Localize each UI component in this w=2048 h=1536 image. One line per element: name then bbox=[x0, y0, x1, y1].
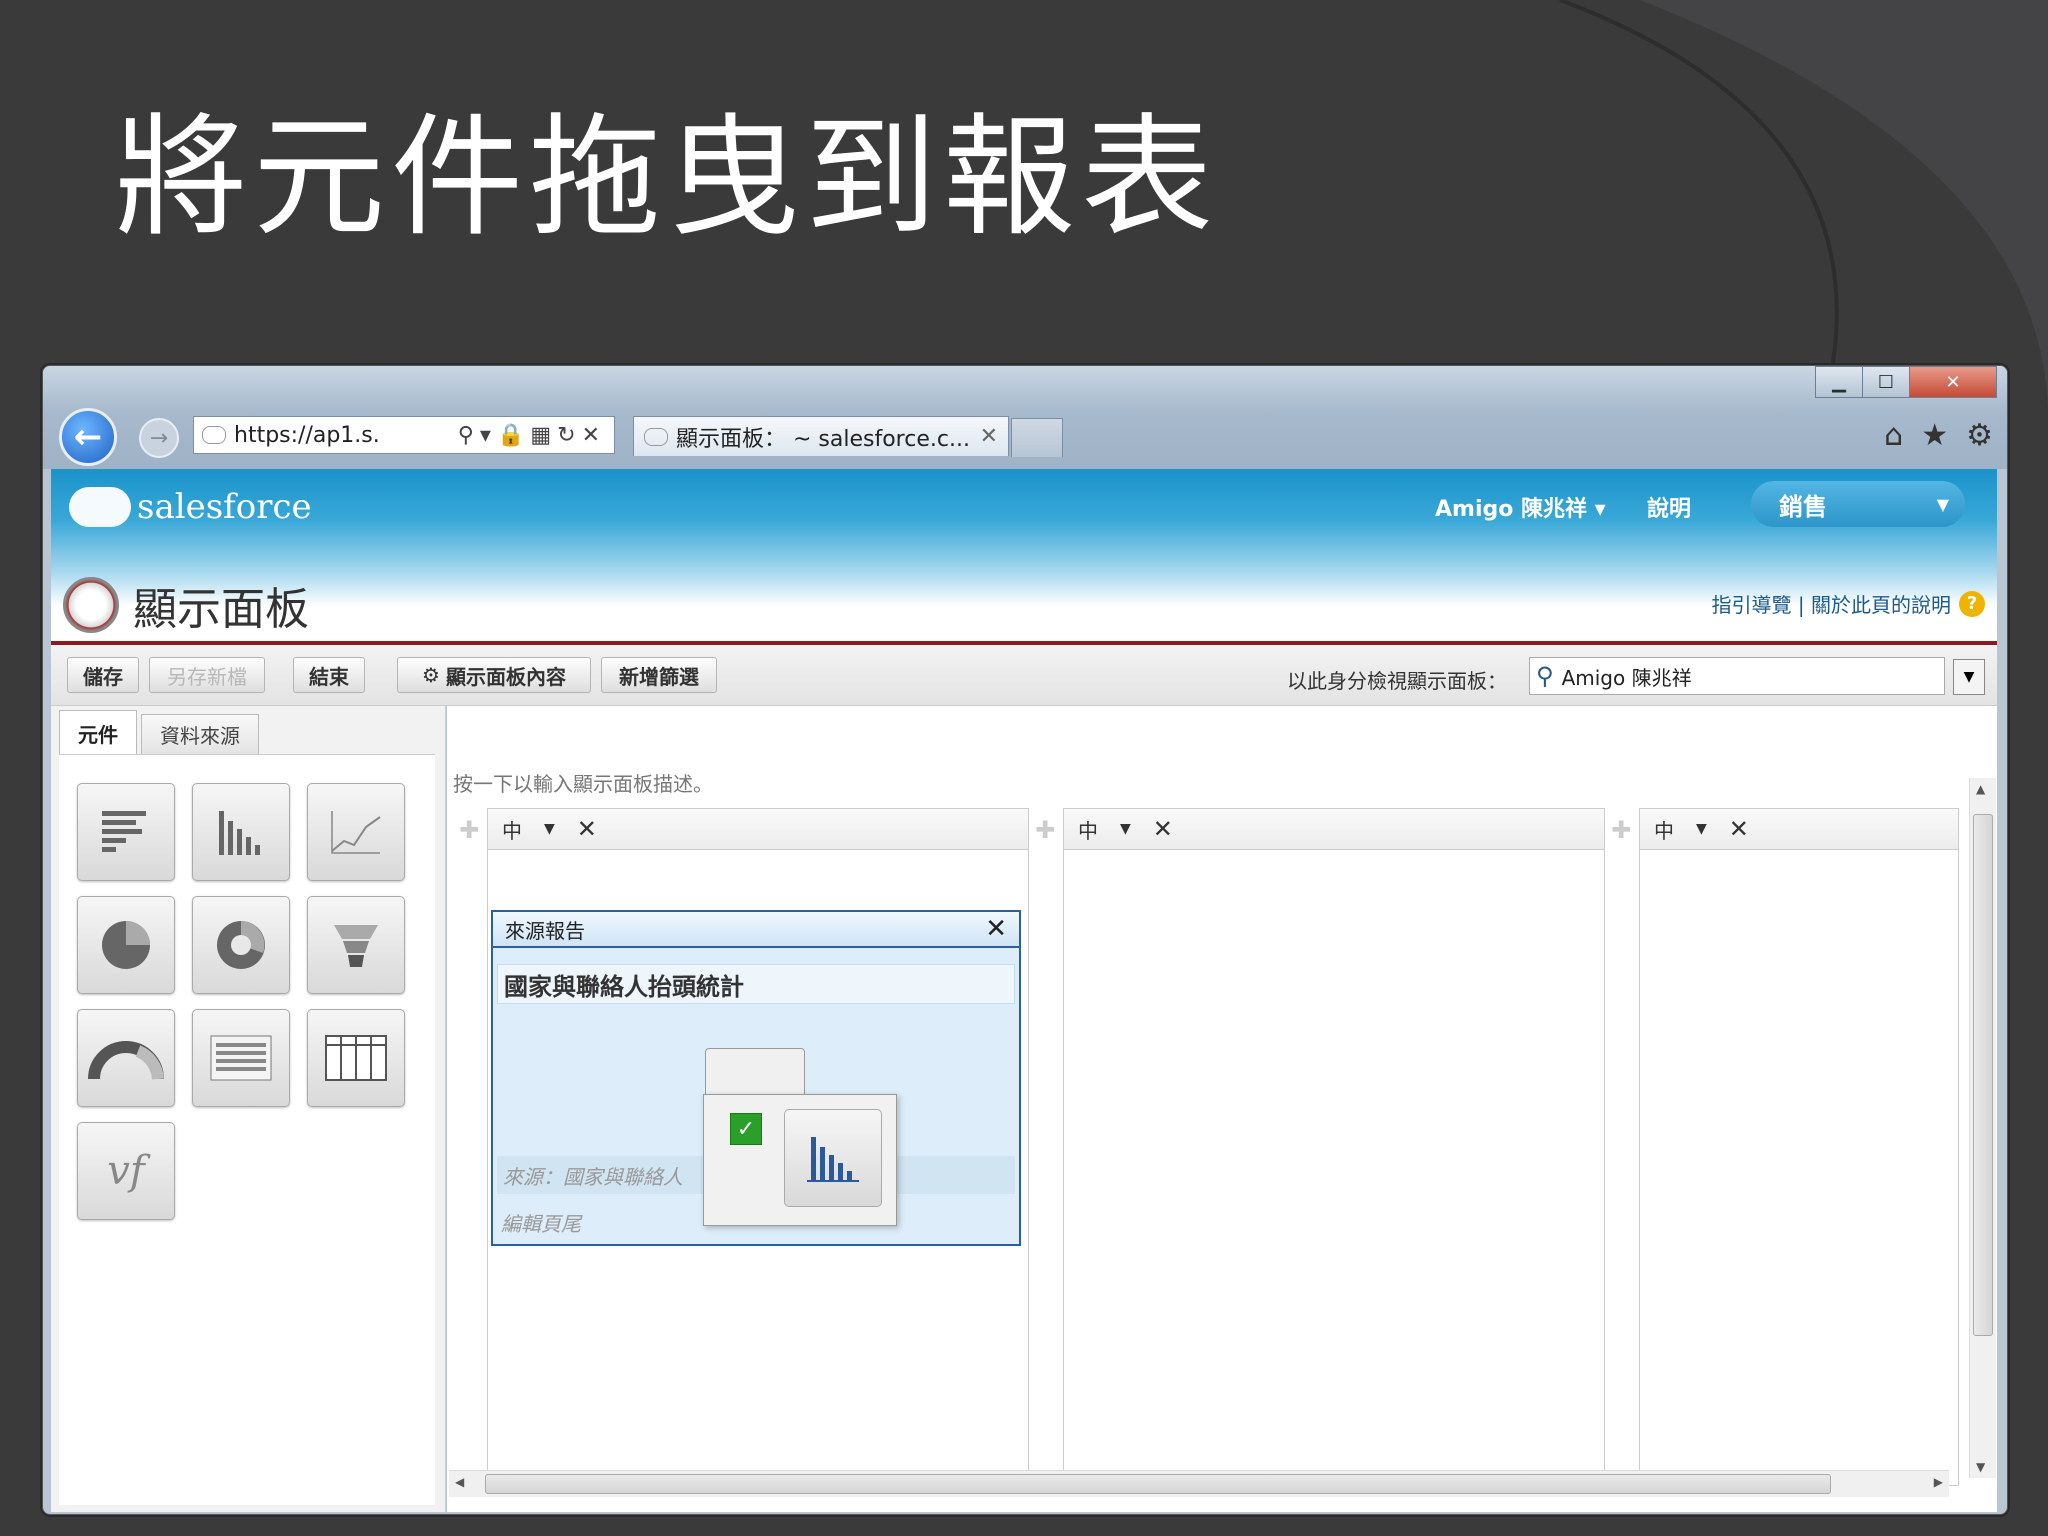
column-size[interactable]: 中 bbox=[502, 815, 522, 844]
donut-chart-icon[interactable] bbox=[192, 896, 290, 994]
minimize-button[interactable]: ▁ bbox=[1815, 366, 1863, 398]
tab-components[interactable]: 元件 bbox=[59, 710, 137, 756]
back-button[interactable]: ← bbox=[59, 408, 117, 466]
scroll-left-icon[interactable]: ◀ bbox=[455, 1475, 464, 1489]
new-tab-button[interactable] bbox=[1011, 418, 1063, 457]
dashboard-gauge-icon bbox=[63, 577, 119, 633]
dashboard-properties-button[interactable]: ⚙ 顯示面板內容 bbox=[397, 657, 591, 693]
source-report-header: 來源報告 ✕ bbox=[493, 912, 1019, 948]
scroll-down-icon[interactable]: ▼ bbox=[1976, 1460, 1985, 1474]
gauge-icon[interactable] bbox=[77, 1009, 175, 1107]
funnel-chart-icon[interactable] bbox=[307, 896, 405, 994]
tab-close-icon[interactable]: ✕ bbox=[980, 424, 998, 449]
page-title: 顯示面板 bbox=[133, 584, 309, 635]
browser-tab[interactable]: 顯示面板： ~ salesforce.c... ✕ bbox=[633, 416, 1009, 456]
window-controls: ▁ ☐ ✕ bbox=[1815, 366, 1997, 398]
slide-title: 將元件拖曳到報表 bbox=[115, 101, 1219, 255]
add-column-icon[interactable]: ✚ bbox=[1611, 816, 1631, 844]
browser-right-tools: ⌂ ★ ⚙ bbox=[1884, 418, 1993, 453]
help-link[interactable]: 說明 bbox=[1647, 491, 1691, 523]
dashboard-description[interactable]: 按一下以輸入顯示面板描述。 bbox=[453, 768, 713, 797]
line-chart-icon[interactable] bbox=[307, 783, 405, 881]
save-button[interactable]: 儲存 bbox=[67, 657, 139, 693]
salesforce-logo[interactable]: salesforce bbox=[69, 487, 312, 527]
favorites-star-icon[interactable]: ★ bbox=[1921, 418, 1948, 453]
settings-gear-icon[interactable]: ⚙ bbox=[1966, 418, 1993, 453]
view-as-dropdown[interactable]: ▼ bbox=[1953, 659, 1985, 695]
visualforce-icon[interactable]: vf bbox=[77, 1122, 175, 1220]
table-icon[interactable] bbox=[307, 1009, 405, 1107]
column-size[interactable]: 中 bbox=[1078, 815, 1098, 844]
logo-text: salesforce bbox=[137, 487, 312, 527]
horizontal-bar-chart-icon[interactable] bbox=[77, 783, 175, 881]
save-as-button[interactable]: 另存新檔 bbox=[149, 657, 265, 693]
chevron-down-icon: ▼ bbox=[1936, 494, 1949, 514]
dashboard-column: 中 ▼ ✕ bbox=[1063, 808, 1605, 1486]
metric-icon[interactable] bbox=[192, 1009, 290, 1107]
address-text: https://ap1.s. bbox=[234, 422, 380, 448]
source-report-label: 來源報告 bbox=[505, 918, 585, 943]
browser-chrome: ▁ ☐ ✕ ← → https://ap1.s. ⚲▾🔒▦↻✕ 顯示面板： ~ … bbox=[43, 366, 2007, 469]
check-icon: ✓ bbox=[730, 1113, 762, 1145]
view-as-label: 以此身分檢視顯示面板： bbox=[1287, 669, 1507, 693]
column-header: 中 ▼ ✕ bbox=[1064, 809, 1604, 850]
pie-chart-icon[interactable] bbox=[77, 896, 175, 994]
app-selector-label: 銷售 bbox=[1779, 492, 1827, 521]
properties-gear-icon: ⚙ bbox=[422, 663, 440, 687]
help-question-icon[interactable]: ? bbox=[1959, 590, 1985, 617]
left-panel: 元件 資料來源 vf bbox=[51, 706, 446, 1512]
add-filter-button[interactable]: 新增篩選 bbox=[601, 657, 717, 693]
horizontal-scroll-thumb[interactable] bbox=[485, 1474, 1831, 1494]
maximize-button[interactable]: ☐ bbox=[1862, 366, 1910, 398]
dashboard-toolbar: 儲存 另存新檔 結束 ⚙ 顯示面板內容 新增篩選 以此身分檢視顯示面板： ⚲ A… bbox=[51, 645, 1997, 706]
horizontal-scrollbar[interactable]: ◀ ▶ bbox=[449, 1470, 1949, 1497]
close-icon[interactable]: ✕ bbox=[577, 815, 597, 843]
chevron-down-icon[interactable]: ▼ bbox=[544, 821, 555, 837]
tab-favicon-icon bbox=[644, 427, 668, 446]
chevron-down-icon[interactable]: ▼ bbox=[1696, 821, 1707, 837]
chevron-down-icon[interactable]: ▼ bbox=[1120, 821, 1131, 837]
edit-footer[interactable]: 編輯頁尾 bbox=[501, 1208, 581, 1237]
search-icon: ⚲ bbox=[1536, 662, 1554, 690]
column-header: 中 ▼ ✕ bbox=[1640, 809, 1958, 850]
browser-window: ▁ ☐ ✕ ← → https://ap1.s. ⚲▾🔒▦↻✕ 顯示面板： ~ … bbox=[42, 365, 2008, 1515]
view-as-value: Amigo 陳兆祥 bbox=[1561, 665, 1692, 690]
component-palette: vf bbox=[59, 754, 435, 1505]
scroll-up-icon[interactable]: ▲ bbox=[1976, 782, 1985, 796]
drag-ghost: ✓ bbox=[703, 1094, 897, 1226]
vertical-bar-chart-icon[interactable] bbox=[192, 783, 290, 881]
close-icon[interactable]: ✕ bbox=[1729, 815, 1749, 843]
column-size[interactable]: 中 bbox=[1654, 815, 1674, 844]
tab-data-sources[interactable]: 資料來源 bbox=[141, 714, 259, 754]
help-links-text[interactable]: 指引導覽 | 關於此頁的說明 bbox=[1712, 589, 1951, 618]
close-dashboard-button[interactable]: 結束 bbox=[293, 657, 365, 693]
page-icon bbox=[202, 426, 226, 444]
address-bar[interactable]: https://ap1.s. ⚲▾🔒▦↻✕ bbox=[193, 416, 615, 454]
view-as-input[interactable]: ⚲ Amigo 陳兆祥 bbox=[1529, 657, 1945, 695]
help-links: 指引導覽 | 關於此頁的說明 ? bbox=[1712, 589, 1985, 618]
column-header: 中 ▼ ✕ bbox=[488, 809, 1028, 850]
add-column-icon[interactable]: ✚ bbox=[1035, 816, 1055, 844]
vertical-bar-chart-icon bbox=[784, 1109, 882, 1207]
close-icon[interactable]: ✕ bbox=[1153, 815, 1173, 843]
address-tools[interactable]: ⚲▾🔒▦↻✕ bbox=[458, 423, 606, 448]
visualforce-label: vf bbox=[107, 1148, 145, 1194]
add-column-icon[interactable]: ✚ bbox=[459, 816, 479, 844]
cloud-logo-icon bbox=[69, 487, 131, 527]
close-window-button[interactable]: ✕ bbox=[1909, 366, 1997, 398]
home-icon[interactable]: ⌂ bbox=[1884, 418, 1903, 453]
tab-title: 顯示面板： ~ salesforce.c... bbox=[676, 426, 970, 452]
salesforce-header: salesforce Amigo 陳兆祥 ▾ 說明 銷售 ▼ 顯示面板 指引導覽… bbox=[51, 469, 1997, 645]
user-menu[interactable]: Amigo 陳兆祥 ▾ bbox=[1435, 491, 1606, 523]
close-icon[interactable]: ✕ bbox=[985, 914, 1007, 944]
app-selector[interactable]: 銷售 ▼ bbox=[1751, 481, 1965, 527]
scroll-right-icon[interactable]: ▶ bbox=[1934, 1475, 1943, 1489]
report-title[interactable]: 國家與聯絡人抬頭統計 bbox=[497, 964, 1015, 1004]
dashboard-column: 中 ▼ ✕ bbox=[1639, 808, 1959, 1486]
forward-button[interactable]: → bbox=[139, 418, 179, 458]
properties-label: 顯示面板內容 bbox=[445, 664, 566, 689]
vertical-scrollbar[interactable]: ▲ ▼ bbox=[1969, 778, 1996, 1478]
vertical-scroll-thumb[interactable] bbox=[1973, 814, 1993, 1336]
